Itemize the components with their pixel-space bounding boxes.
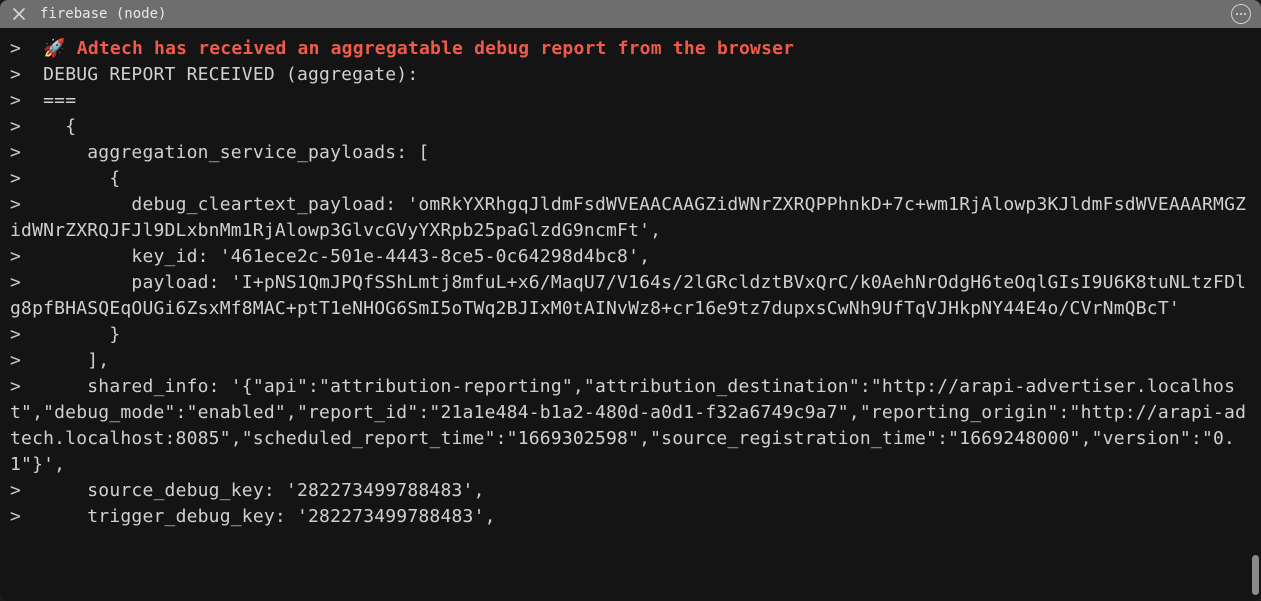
log-text: === xyxy=(43,90,76,111)
prompt-marker: > xyxy=(10,64,21,85)
log-line: > DEBUG REPORT RECEIVED (aggregate): xyxy=(10,62,1251,88)
prompt-marker: > xyxy=(10,272,21,293)
log-line: > === xyxy=(10,88,1251,114)
prompt-marker: > xyxy=(10,506,21,527)
terminal-window: firebase (node) > 🚀 Adtech has received … xyxy=(0,0,1261,601)
log-line: > trigger_debug_key: '282273499788483', xyxy=(10,504,1251,530)
log-text: debug_cleartext_payload: 'omRkYXRhgqJldm… xyxy=(10,194,1246,241)
title-bar: firebase (node) xyxy=(0,0,1261,28)
prompt-marker: > xyxy=(10,246,21,267)
log-line: > aggregation_service_payloads: [ xyxy=(10,140,1251,166)
log-line: > shared_info: '{"api":"attribution-repo… xyxy=(10,374,1251,478)
log-text: { xyxy=(43,168,120,189)
rocket-icon: 🚀 xyxy=(43,38,66,59)
log-text: payload: 'I+pNS1QmJPQfSShLmtj8mfuL+x6/Ma… xyxy=(10,272,1246,319)
prompt-marker: > xyxy=(10,142,21,163)
window-title: firebase (node) xyxy=(40,6,1231,22)
log-text: { xyxy=(43,116,76,137)
log-text: DEBUG REPORT RECEIVED (aggregate): xyxy=(43,64,418,85)
log-line: > } xyxy=(10,322,1251,348)
log-line: > { xyxy=(10,114,1251,140)
log-line: > key_id: '461ece2c-501e-4443-8ce5-0c642… xyxy=(10,244,1251,270)
log-line: > { xyxy=(10,166,1251,192)
log-text: key_id: '461ece2c-501e-4443-8ce5-0c64298… xyxy=(43,246,650,267)
log-text: aggregation_service_payloads: [ xyxy=(43,142,429,163)
log-text: trigger_debug_key: '282273499788483', xyxy=(43,506,496,527)
log-text: source_debug_key: '282273499788483', xyxy=(43,480,484,501)
prompt-marker: > xyxy=(10,350,21,371)
more-icon[interactable] xyxy=(1231,4,1251,24)
log-text: } xyxy=(43,324,120,345)
prompt-marker: > xyxy=(10,168,21,189)
scrollbar-thumb[interactable] xyxy=(1252,555,1259,595)
prompt-marker: > xyxy=(10,324,21,345)
prompt-marker: > xyxy=(10,38,21,59)
log-text: shared_info: '{"api":"attribution-report… xyxy=(10,376,1246,475)
log-text: ], xyxy=(43,350,109,371)
prompt-marker: > xyxy=(10,116,21,137)
log-line-header: > 🚀 Adtech has received an aggregatable … xyxy=(10,36,1251,62)
log-line: > debug_cleartext_payload: 'omRkYXRhgqJl… xyxy=(10,192,1251,244)
close-icon[interactable] xyxy=(10,5,28,23)
log-line: > payload: 'I+pNS1QmJPQfSShLmtj8mfuL+x6/… xyxy=(10,270,1251,322)
log-line: > ], xyxy=(10,348,1251,374)
prompt-marker: > xyxy=(10,480,21,501)
terminal-output[interactable]: > 🚀 Adtech has received an aggregatable … xyxy=(0,28,1261,601)
prompt-marker: > xyxy=(10,90,21,111)
header-message: Adtech has received an aggregatable debu… xyxy=(77,38,794,59)
prompt-marker: > xyxy=(10,194,21,215)
log-line: > source_debug_key: '282273499788483', xyxy=(10,478,1251,504)
prompt-marker: > xyxy=(10,376,21,397)
